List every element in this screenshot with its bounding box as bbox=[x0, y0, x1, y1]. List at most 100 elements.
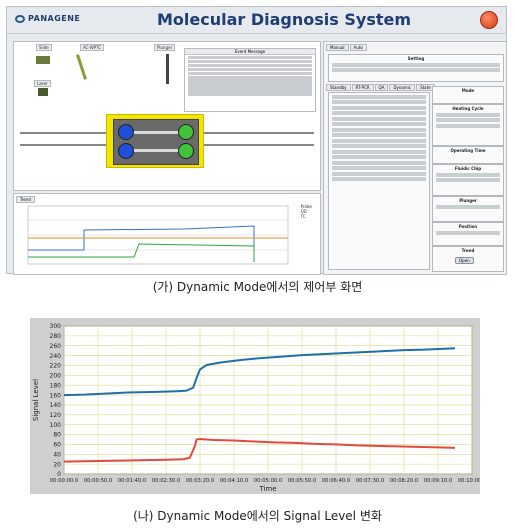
x-tick-label: 00:04:10.0 bbox=[220, 478, 248, 484]
trend-panel: Trend Probe QD TC bbox=[13, 193, 321, 275]
x-tick-label: 00:05:50.0 bbox=[288, 478, 316, 484]
y-tick-label: 240 bbox=[50, 353, 62, 360]
x-axis-label: Time bbox=[258, 485, 276, 493]
trend-mini-plot bbox=[27, 205, 289, 265]
trend-box-title: Trend bbox=[461, 248, 475, 253]
step-row bbox=[332, 155, 426, 159]
event-line bbox=[188, 88, 312, 92]
heating-cycle-box: Heating Cycle bbox=[432, 104, 504, 146]
y-tick-label: 120 bbox=[50, 412, 62, 419]
slide-device-icon bbox=[36, 56, 50, 64]
event-message-log: Event Message bbox=[184, 48, 316, 112]
caption-bottom: (나) Dynamic Mode에서의 Signal Level 변화 bbox=[133, 509, 382, 523]
plunger-row bbox=[436, 204, 500, 209]
step-row bbox=[332, 127, 426, 132]
y-tick-label: 260 bbox=[50, 343, 62, 350]
logo-text: PANAGENE bbox=[28, 14, 81, 23]
operating-time-title: Operating Time bbox=[450, 148, 486, 153]
step-row bbox=[332, 133, 426, 137]
control-screen-screenshot: PANAGENE Molecular Diagnosis System Slid… bbox=[6, 6, 507, 275]
y-tick-label: 80 bbox=[53, 432, 61, 439]
fluidic-chip-visual bbox=[106, 114, 204, 168]
fluidic-chip-box: Fluidic Chip bbox=[432, 164, 504, 196]
step-row bbox=[332, 160, 426, 165]
laser-device-icon bbox=[38, 88, 48, 96]
heating-row bbox=[436, 112, 500, 117]
step-row bbox=[332, 138, 426, 143]
trend-box: Trend Open bbox=[432, 246, 504, 272]
y-tick-label: 280 bbox=[50, 333, 62, 340]
step-row bbox=[332, 116, 426, 121]
operating-time-box: Operating Time bbox=[432, 146, 504, 164]
tab-rt-pcr[interactable]: RT-PCR bbox=[351, 84, 374, 91]
step-row bbox=[332, 171, 426, 176]
tab-auto[interactable]: Auto bbox=[349, 44, 367, 51]
x-tick-label: 00:01:40.0 bbox=[118, 478, 146, 484]
x-tick-label: 00:06:40.0 bbox=[322, 478, 350, 484]
signal-level-chart: 0 20 40 60 80 100 120 140 160 180 200 220 240 260 280 3… bbox=[30, 318, 480, 494]
ac-wptc-device-icon bbox=[76, 54, 87, 80]
y-tick-label: 160 bbox=[50, 392, 62, 399]
event-message-title: Event Message bbox=[185, 49, 315, 55]
event-line bbox=[188, 84, 312, 88]
chip-row bbox=[436, 178, 500, 182]
signal-level-plot: 0204060801001201401601802002202402602803… bbox=[32, 323, 480, 493]
y-tick-label: 100 bbox=[50, 422, 62, 429]
step-row bbox=[332, 105, 426, 110]
step-row bbox=[332, 111, 426, 115]
plunger-box: Plunger bbox=[432, 196, 504, 222]
event-line bbox=[188, 67, 312, 72]
event-line bbox=[188, 63, 312, 68]
chip-well-green bbox=[178, 143, 194, 159]
setting-row bbox=[332, 62, 500, 67]
fluidic-chip-title: Fluidic Chip bbox=[454, 166, 482, 171]
y-tick-label: 180 bbox=[50, 382, 62, 389]
x-tick-label: 00:00:50.0 bbox=[84, 478, 112, 484]
y-tick-label: 220 bbox=[50, 363, 62, 370]
logo-mark-icon bbox=[15, 14, 25, 23]
position-row bbox=[436, 230, 500, 235]
event-line bbox=[188, 92, 312, 96]
x-tick-label: 00:00:00.0 bbox=[50, 478, 78, 484]
sub-tabs: Standby RT-PCR QA Dynamic State bbox=[326, 84, 436, 91]
chip-well-blue bbox=[118, 124, 134, 140]
event-line bbox=[188, 55, 312, 60]
position-box: Position bbox=[432, 222, 504, 246]
chip-body bbox=[113, 119, 199, 165]
chip-row bbox=[436, 172, 500, 177]
caption-top: (가) Dynamic Mode에서의 제어부 화면 bbox=[152, 280, 363, 294]
app-header: PANAGENE Molecular Diagnosis System bbox=[7, 7, 506, 34]
event-line bbox=[188, 76, 312, 80]
main-tabs: Manual Auto bbox=[326, 44, 368, 51]
step-row bbox=[332, 144, 426, 148]
y-tick-label: 300 bbox=[50, 323, 62, 330]
mode-box: Mode bbox=[432, 86, 504, 104]
x-tick-label: 00:09:10.0 bbox=[424, 478, 452, 484]
x-tick-label: 00:05:00.0 bbox=[254, 478, 282, 484]
tab-standby[interactable]: Standby bbox=[326, 84, 351, 91]
chip-well-green bbox=[178, 124, 194, 140]
step-row bbox=[332, 122, 426, 126]
setting-row bbox=[332, 68, 500, 72]
y-tick-label: 140 bbox=[50, 402, 62, 409]
open-button[interactable]: Open bbox=[455, 257, 474, 264]
tab-dynamic[interactable]: Dynamic bbox=[389, 84, 416, 91]
x-tick-label: 00:02:30.0 bbox=[152, 478, 180, 484]
power-icon[interactable] bbox=[480, 11, 498, 29]
heating-cycle-title: Heating Cycle bbox=[452, 106, 484, 111]
step-row bbox=[332, 100, 426, 104]
event-line bbox=[188, 71, 312, 76]
y-axis-label: Signal Level bbox=[32, 379, 40, 421]
position-title: Position bbox=[458, 224, 478, 229]
tab-manual[interactable]: Manual bbox=[326, 44, 349, 51]
tab-qa[interactable]: QA bbox=[374, 84, 389, 91]
plunger-title: Plunger bbox=[459, 198, 477, 203]
label-plunger: Plunger bbox=[154, 44, 176, 51]
x-tick-label: 00:03:20.0 bbox=[186, 478, 214, 484]
step-row bbox=[332, 149, 426, 154]
sequence-list bbox=[328, 92, 430, 270]
event-line bbox=[188, 59, 312, 64]
setting-box: Setting bbox=[328, 54, 504, 82]
y-tick-label: 60 bbox=[53, 442, 61, 449]
x-tick-label: 00:10:00.0 bbox=[458, 478, 480, 484]
